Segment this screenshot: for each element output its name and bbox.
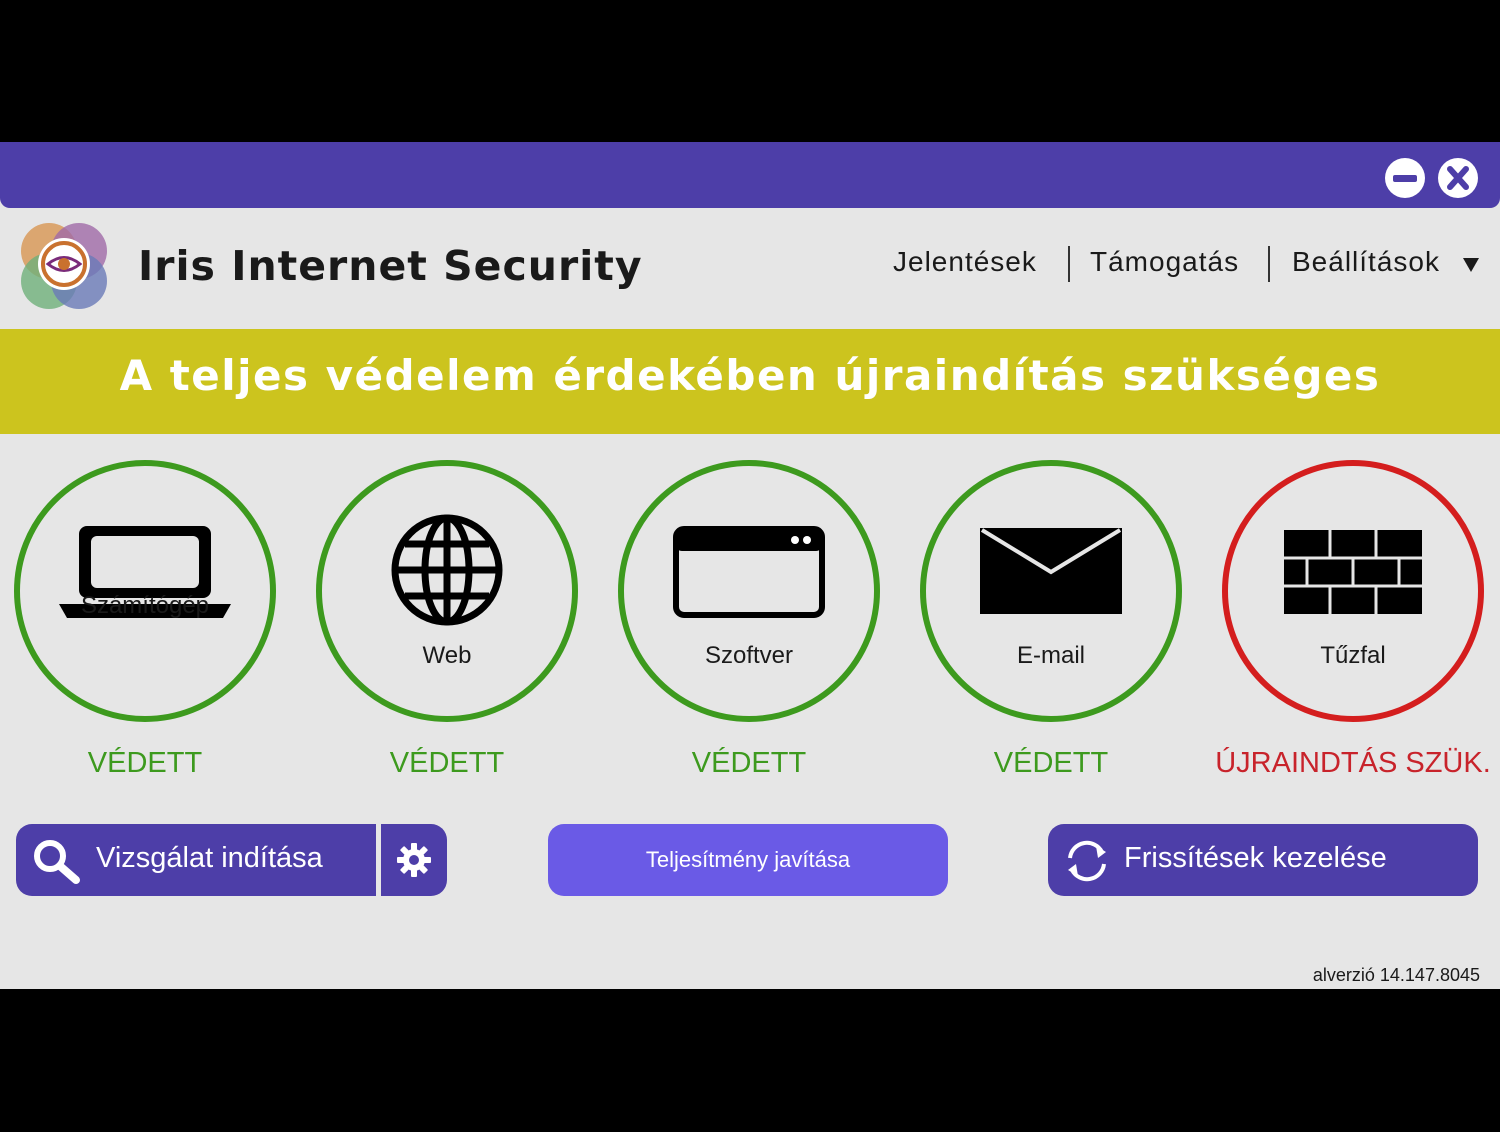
tile-email[interactable]: E-mail <box>920 460 1182 722</box>
nav-divider <box>1068 246 1070 282</box>
tile-label: Számítógép <box>80 592 210 619</box>
manage-updates-button[interactable]: Frissítések kezelése <box>1048 824 1478 896</box>
restart-required-banner: A teljes védelem érdekében újraindítás s… <box>0 329 1500 434</box>
nav-reports[interactable]: Jelentések <box>893 246 1037 278</box>
app-window-icon <box>673 526 825 618</box>
nav-divider <box>1268 246 1270 282</box>
tile-label: Tűzfal <box>1320 642 1386 669</box>
version-label: alverzió 14.147.8045 <box>1312 965 1480 985</box>
tile-computer[interactable]: Számítógép <box>14 460 276 722</box>
title-bar <box>0 142 1500 208</box>
close-icon <box>1447 166 1469 190</box>
start-scan-label: Vizsgálat indítása <box>96 842 323 874</box>
tile-software[interactable]: Szoftver <box>618 460 880 722</box>
status-label: VÉDETT <box>87 747 203 779</box>
globe-icon <box>391 514 503 626</box>
status-label: VÉDETT <box>993 747 1109 779</box>
tile-firewall[interactable]: Tűzfal <box>1222 460 1484 722</box>
brick-wall-icon <box>1284 530 1422 614</box>
tile-label: E-mail <box>1016 642 1085 669</box>
tile-label: Szoftver <box>704 642 794 669</box>
app-title: Iris Internet Security <box>138 242 643 290</box>
tile-web[interactable]: Web <box>316 460 578 722</box>
close-button[interactable] <box>1438 158 1478 198</box>
banner-message: A teljes védelem érdekében újraindítás s… <box>119 351 1381 400</box>
gear-icon <box>397 843 431 877</box>
manage-updates-label: Frissítések kezelése <box>1124 842 1387 874</box>
improve-performance-button[interactable]: Teljesítmény javítása <box>548 824 948 896</box>
nav-support[interactable]: Támogatás <box>1090 246 1239 278</box>
refresh-icon <box>1068 840 1106 882</box>
app-window: Iris Internet Security Jelentések Támoga… <box>0 142 1500 989</box>
status-label-alert: ÚJRAINDTÁS SZÜK. <box>1215 747 1491 779</box>
status-label: VÉDETT <box>389 747 505 779</box>
chevron-down-icon[interactable] <box>1463 258 1479 272</box>
envelope-icon <box>980 528 1122 614</box>
app-header: Iris Internet Security Jelentések Támoga… <box>0 208 1500 328</box>
search-icon <box>34 840 80 884</box>
status-label: VÉDETT <box>691 747 807 779</box>
tile-label: Web <box>422 642 472 669</box>
scan-settings-button[interactable] <box>381 824 447 896</box>
start-scan-button[interactable]: Vizsgálat indítása <box>16 824 376 896</box>
minimize-button[interactable] <box>1385 158 1425 198</box>
app-logo <box>21 223 107 309</box>
nav-settings[interactable]: Beállítások <box>1292 246 1440 278</box>
